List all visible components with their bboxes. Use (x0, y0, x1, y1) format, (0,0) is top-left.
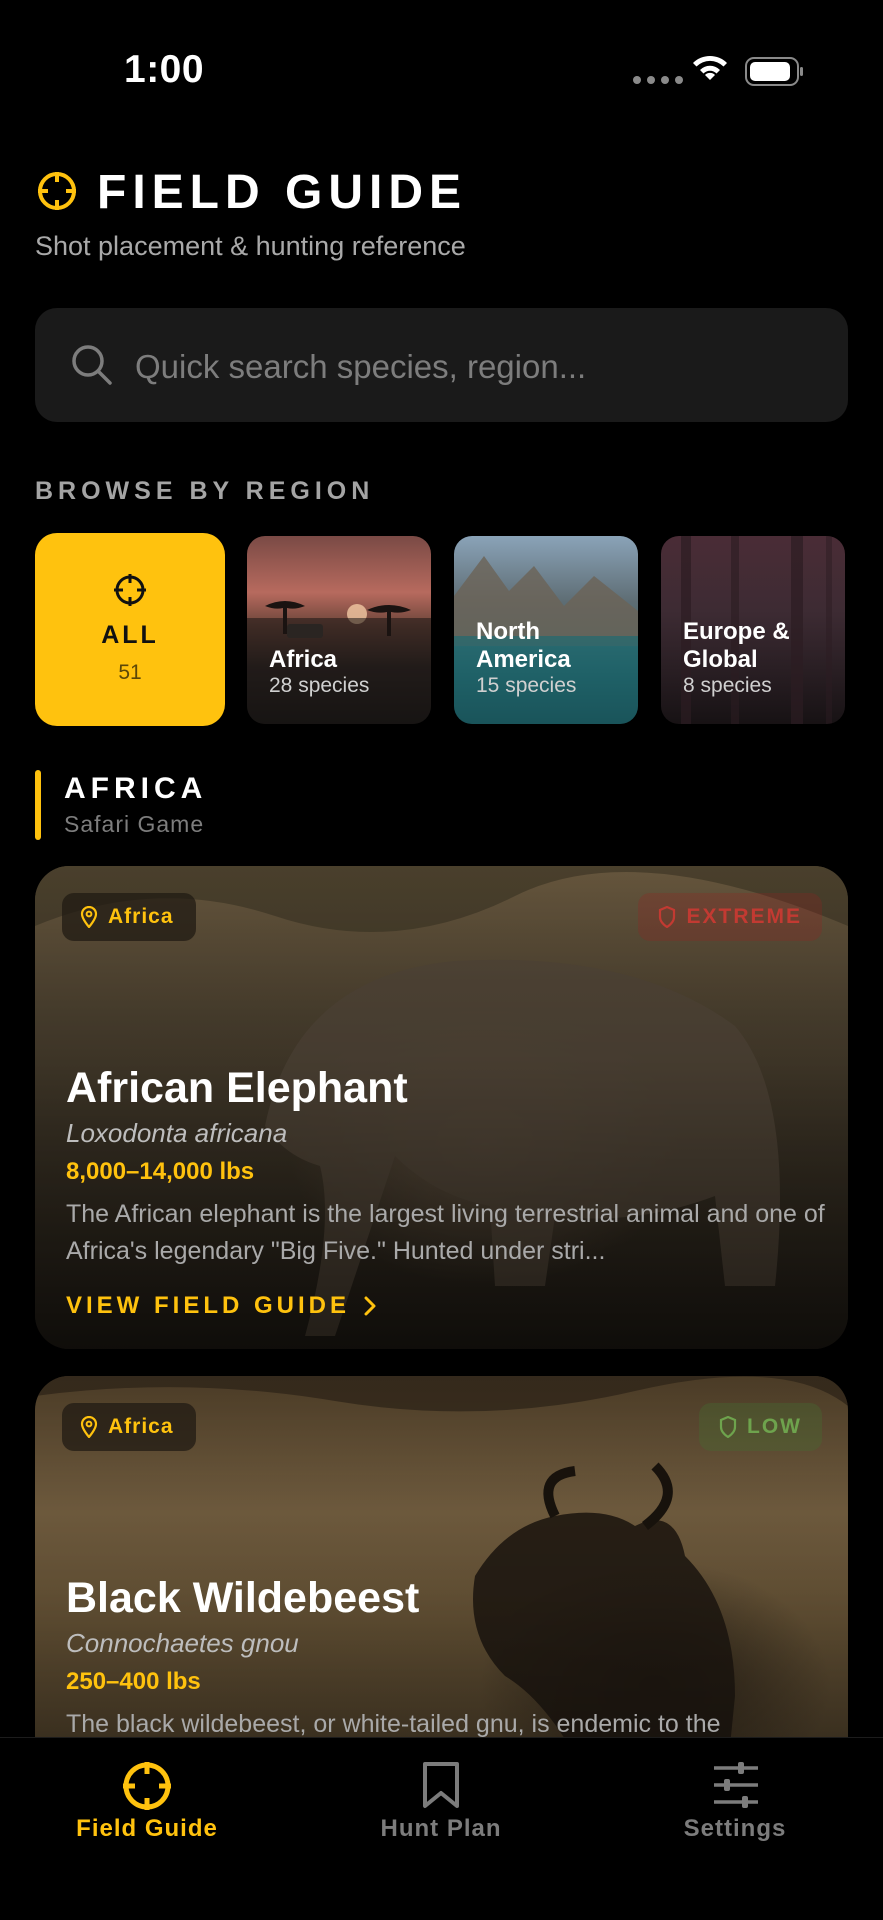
species-scientific-name: Loxodonta africana (66, 1118, 288, 1148)
danger-badge: EXTREME (638, 893, 822, 941)
region-tag-label: Africa (108, 905, 174, 928)
battery-icon (745, 57, 803, 86)
wifi-icon (693, 55, 727, 80)
region-chip-north-america[interactable]: North America 15 species (454, 536, 638, 724)
region-label: North America (476, 618, 571, 673)
view-field-guide-link[interactable]: VIEW FIELD GUIDE (66, 1292, 376, 1320)
region-chip-all[interactable]: ALL 51 (35, 533, 225, 726)
region-label: Europe & Global (683, 618, 790, 673)
map-pin-icon (80, 906, 98, 928)
search-input[interactable]: Quick search species, region... (35, 308, 848, 422)
region-label: Africa (269, 646, 338, 673)
species-scientific-name: Connochaetes gnou (66, 1628, 299, 1658)
tab-settings[interactable]: Settings (588, 1738, 882, 1858)
tab-field-guide[interactable]: Field Guide (0, 1738, 294, 1858)
region-count: 51 (118, 661, 142, 684)
region-chip-europe-global[interactable]: Europe & Global 8 species (661, 536, 845, 724)
map-pin-icon (80, 1416, 98, 1438)
status-time: 1:00 (124, 48, 205, 91)
region-label: ALL (101, 621, 159, 649)
section-accent-bar (35, 770, 41, 840)
region-count: 15 species (476, 674, 577, 697)
tab-bar: Field Guide Hunt Plan Settings (0, 1737, 883, 1920)
crosshair-icon (114, 574, 146, 606)
species-description: The African elephant is the largest livi… (66, 1200, 825, 1265)
region-tag-label: Africa (108, 1415, 174, 1438)
chevron-right-icon (364, 1296, 376, 1316)
cellular-signal-icon (633, 76, 683, 84)
species-weight: 8,000–14,000 lbs (66, 1158, 255, 1185)
shield-icon (659, 906, 676, 928)
search-icon (72, 345, 112, 385)
search-placeholder: Quick search species, region... (135, 348, 587, 385)
region-count: 8 species (683, 674, 772, 697)
danger-label: LOW (747, 1415, 802, 1438)
tab-label: Hunt Plan (380, 1815, 502, 1842)
crosshair-icon (38, 172, 76, 210)
tab-label: Settings (683, 1815, 787, 1842)
region-tag: Africa (62, 1403, 196, 1451)
section-title: AFRICA (64, 772, 208, 805)
species-name: Black Wildebeest (66, 1574, 420, 1622)
status-bar: 1:00 (0, 0, 883, 140)
page-title: FIELD GUIDE (97, 166, 468, 219)
region-tag: Africa (62, 893, 196, 941)
bookmark-icon (423, 1762, 459, 1808)
browse-by-region-label: BROWSE BY REGION (35, 477, 375, 505)
view-field-guide-label: VIEW FIELD GUIDE (66, 1292, 351, 1319)
sliders-icon (714, 1762, 758, 1808)
species-name: African Elephant (66, 1064, 408, 1112)
danger-badge: LOW (699, 1403, 822, 1451)
tab-label: Field Guide (76, 1815, 218, 1842)
region-count: 28 species (269, 674, 370, 697)
region-chip-africa[interactable]: Africa 28 species (247, 536, 431, 724)
species-card[interactable]: Africa EXTREME African Elephant Loxodont… (35, 866, 848, 1349)
shield-icon (719, 1416, 737, 1438)
page-subtitle: Shot placement & hunting reference (35, 231, 466, 261)
danger-label: EXTREME (686, 905, 802, 928)
section-subtitle: Safari Game (64, 811, 205, 837)
species-weight: 250–400 lbs (66, 1668, 201, 1695)
tab-hunt-plan[interactable]: Hunt Plan (294, 1738, 588, 1858)
crosshair-icon (123, 1762, 171, 1810)
